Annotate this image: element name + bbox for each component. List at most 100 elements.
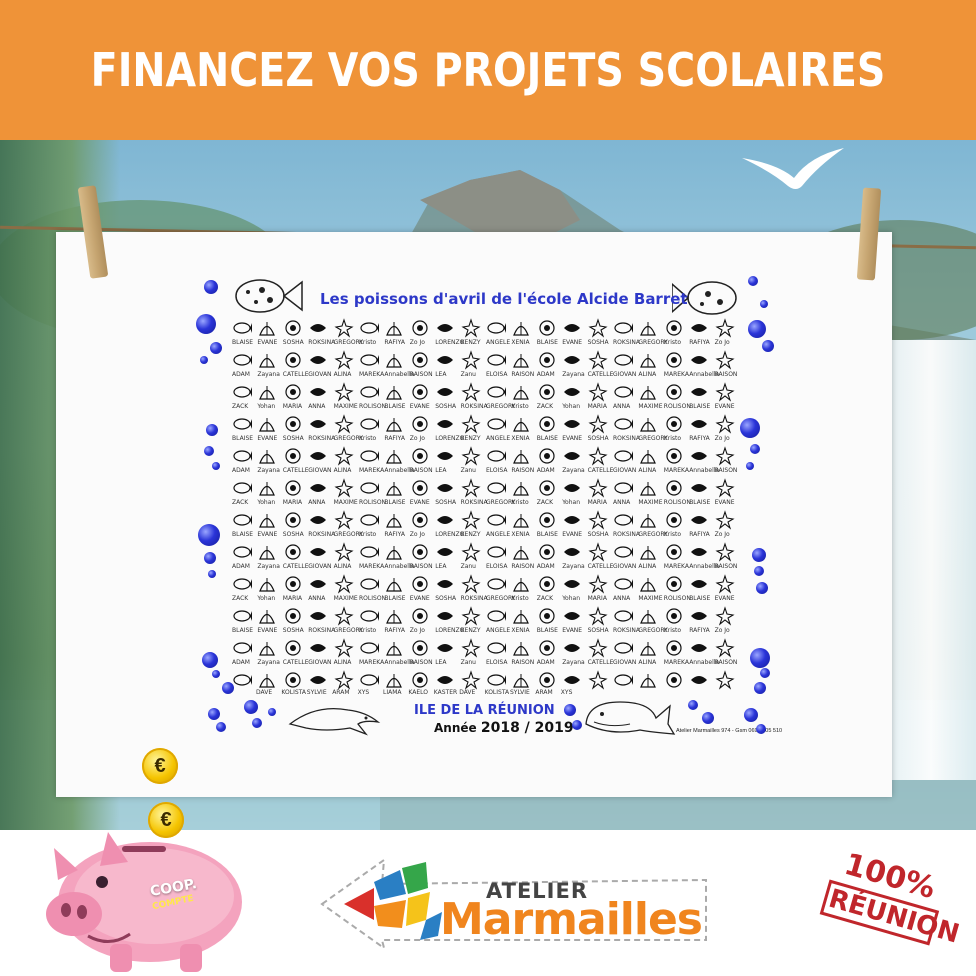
child-name: MAREKA <box>359 563 385 570</box>
drawing-cell <box>334 414 354 434</box>
drawing-cell <box>334 670 354 690</box>
drawing-cell <box>537 414 557 434</box>
child-name: KOLISTA <box>484 689 510 696</box>
child-name: Yohan <box>562 499 581 506</box>
child-name: DAVE <box>459 689 476 696</box>
year-prefix: Année <box>434 721 477 735</box>
drawing-cell <box>359 350 379 370</box>
child-name: ADAM <box>536 563 555 570</box>
drawing-cell <box>384 510 404 530</box>
drawing-cell <box>486 606 506 626</box>
bubble-icon <box>204 552 216 564</box>
child-name: ADAM <box>536 659 555 666</box>
drawing-cell <box>715 606 735 626</box>
drawing-cell <box>664 606 684 626</box>
child-name: ANNA <box>613 403 631 410</box>
child-name: RAISON <box>714 467 738 474</box>
school-year: Année 2018 / 2019 <box>434 720 574 736</box>
drawing-cell <box>562 350 582 370</box>
child-name: ADAM <box>232 659 250 666</box>
child-name: MARIA <box>587 403 607 410</box>
child-name: LIAMA <box>383 689 402 696</box>
child-name: ELOISA <box>486 467 508 474</box>
child-name: GIOVAN <box>308 371 332 378</box>
child-name: Kristo <box>359 627 377 634</box>
drawing-cell <box>334 318 354 338</box>
drawing-cell <box>511 318 531 338</box>
drawing-cell <box>613 542 633 562</box>
bubble-icon <box>208 570 216 578</box>
drawing-cell <box>232 382 252 402</box>
child-name: EVANE <box>562 339 583 346</box>
child-name: SOSHA <box>587 435 609 442</box>
drawing-cell <box>537 350 557 370</box>
child-name: Kristo <box>663 531 682 538</box>
drawing-cell <box>689 510 709 530</box>
child-name: Yohan <box>562 595 581 602</box>
drawing-cell <box>715 478 735 498</box>
drawing-cell <box>410 510 430 530</box>
drawing-cell <box>435 382 455 402</box>
drawing-cell <box>486 478 506 498</box>
child-name: KENZY <box>460 339 481 346</box>
child-name: EVANE <box>714 595 735 602</box>
drawing-cell <box>334 542 354 562</box>
child-name: MAREKA <box>663 371 689 378</box>
child-name: Zayana <box>257 371 280 378</box>
child-name: RAFIYA <box>689 435 710 442</box>
drawing-cell <box>511 574 531 594</box>
child-name: XENIA <box>511 627 530 634</box>
child-name: SOSHA <box>282 435 304 442</box>
drawing-cell <box>486 414 506 434</box>
piggy-bank-icon <box>46 832 242 972</box>
drawing-cell <box>486 542 506 562</box>
bubble-icon <box>702 712 714 724</box>
child-name: KAELO <box>408 689 428 696</box>
bubble-icon <box>752 548 766 562</box>
child-name: MAREKA <box>359 659 385 666</box>
bubble-icon <box>748 320 766 338</box>
child-name: DAVE <box>256 689 273 696</box>
child-name: BLAISE <box>384 595 406 602</box>
drawing-cell <box>232 670 252 690</box>
bubble-icon <box>222 682 234 694</box>
child-name: Zo Jo <box>714 627 730 634</box>
drawing-cell <box>435 446 455 466</box>
bubble-icon <box>208 708 220 720</box>
drawing-cell <box>664 446 684 466</box>
drawing-cell <box>283 382 303 402</box>
child-name: ZACK <box>536 499 554 506</box>
towel-title: Les poissons d'avril de l'école Alcide B… <box>320 290 688 308</box>
child-name: SOSHA <box>282 339 304 346</box>
child-name: ANGELE <box>486 435 511 442</box>
drawing-cell <box>664 574 684 594</box>
drawing-cell <box>435 478 455 498</box>
bubble-icon <box>268 708 276 716</box>
child-name: MARIA <box>587 595 607 602</box>
drawing-cell <box>562 638 582 658</box>
drawing-cell <box>359 382 379 402</box>
drawing-cell <box>511 414 531 434</box>
drawing-cell <box>613 670 633 690</box>
bubble-icon <box>754 682 766 694</box>
child-name: ROKSINA <box>308 531 336 538</box>
child-name: RAFIYA <box>689 627 710 634</box>
child-name: ALINA <box>638 467 657 474</box>
drawing-cell <box>257 606 277 626</box>
bubble-icon <box>762 340 774 352</box>
child-name: EVANE <box>562 435 583 442</box>
bubble-icon <box>204 446 214 456</box>
drawing-cell <box>486 318 506 338</box>
drawing-cell <box>410 606 430 626</box>
drawing-cell <box>562 446 582 466</box>
drawing-cell <box>638 478 658 498</box>
child-name: GIOVAN <box>613 467 637 474</box>
drawing-cell <box>308 670 328 690</box>
child-name: ZACK <box>536 403 554 410</box>
drawing-cell <box>689 670 709 690</box>
child-name: LEA <box>435 467 447 474</box>
drawing-cell <box>588 414 608 434</box>
drawing-cell <box>537 670 557 690</box>
drawing-cell <box>689 574 709 594</box>
child-name: MAREKA <box>663 563 689 570</box>
